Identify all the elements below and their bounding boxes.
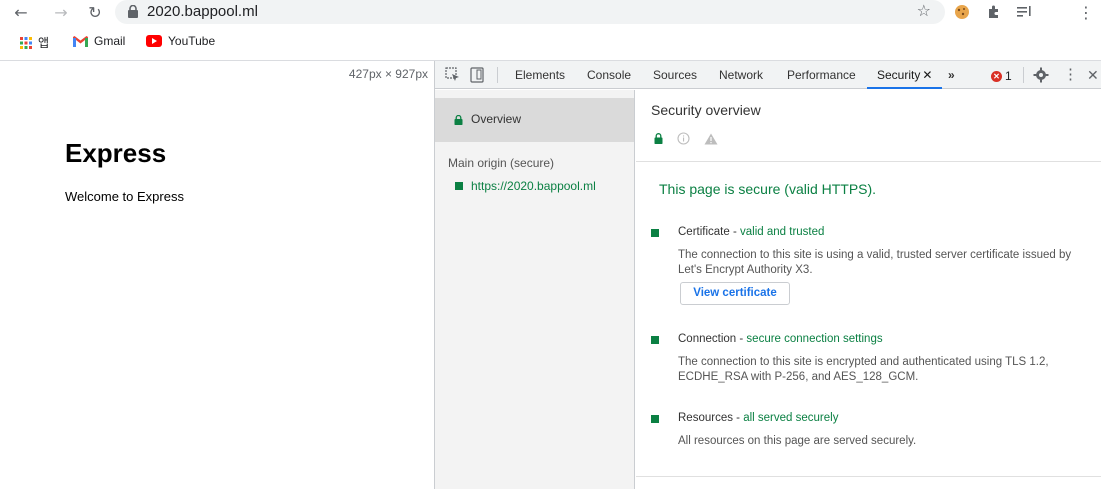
tab-performance[interactable]: Performance — [787, 61, 856, 89]
explanation-highlight: valid and trusted — [740, 226, 825, 238]
sidebar-item-origin[interactable]: https://2020.bappool.ml — [455, 179, 596, 193]
secure-bullet-icon — [651, 415, 659, 423]
explanation-title-label: Connection — [678, 333, 737, 345]
sidebar-item-overview-label: Overview — [471, 112, 522, 126]
devtools-toolbar: Elements Console Sources Network Perform… — [435, 61, 1101, 89]
explanation-highlight: all served securely — [743, 412, 839, 424]
page-viewport: 427px × 927px Express Welcome to Express — [0, 61, 434, 489]
explanation-title-label: Resources — [678, 412, 733, 424]
bookmark-apps-label: 앱 — [38, 36, 50, 50]
toolbar-separator — [1023, 67, 1024, 83]
bookmark-gmail[interactable]: Gmail — [73, 34, 125, 48]
secure-bullet-icon — [651, 229, 659, 237]
devtools-panel: Elements Console Sources Network Perform… — [434, 61, 1101, 489]
security-summary: This page is secure (valid HTTPS). — [659, 181, 877, 197]
tab-security[interactable]: Security ✕ — [867, 61, 943, 89]
origin-url: https://2020.bappool.ml — [471, 179, 596, 193]
browser-menu-icon[interactable]: ⋮ — [1078, 2, 1094, 22]
lock-icon[interactable] — [127, 5, 139, 18]
explanation-title-label: Certificate — [678, 226, 730, 238]
page-paragraph: Welcome to Express — [65, 189, 184, 204]
explanation-resources: Resources - all served securely All reso… — [651, 412, 1091, 462]
security-overview-title: Security overview — [651, 102, 761, 118]
devtools-menu-icon[interactable]: ⋮ — [1063, 61, 1078, 89]
media-queue-icon[interactable] — [1014, 2, 1036, 22]
extensions-puzzle-icon[interactable] — [984, 2, 1004, 22]
secure-square-icon — [455, 182, 463, 190]
sidebar-item-overview[interactable]: Overview — [435, 98, 634, 142]
toolbar-separator — [497, 67, 498, 83]
view-certificate-button[interactable]: View certificate — [680, 282, 790, 305]
close-devtools-icon[interactable]: ✕ — [1087, 61, 1099, 89]
omnibox[interactable]: 2020.bappool.ml ☆ — [115, 0, 945, 24]
tab-console[interactable]: Console — [587, 61, 631, 89]
back-button[interactable]: ← — [10, 1, 32, 23]
bookmark-star-icon[interactable]: ☆ — [917, 1, 931, 20]
explanation-title: Resources - all served securely — [678, 412, 839, 424]
gmail-icon — [73, 35, 88, 47]
tab-security-label: Security — [877, 68, 921, 82]
tab-sources[interactable]: Sources — [653, 61, 697, 89]
error-count: 1 — [1005, 69, 1012, 83]
apps-grid-icon — [20, 36, 32, 49]
device-toolbar-icon[interactable] — [469, 67, 485, 83]
explanation-connection: Connection - secure connection settings … — [651, 333, 1091, 393]
lock-icon — [454, 115, 463, 125]
origin-section-title: Main origin (secure) — [448, 156, 555, 170]
tab-network[interactable]: Network — [719, 61, 763, 89]
cookie-extension-icon[interactable] — [952, 2, 972, 22]
tab-elements[interactable]: Elements — [515, 61, 565, 89]
explanation-title: Connection - secure connection settings — [678, 333, 883, 345]
explanation-description: The connection to this site is using a v… — [678, 249, 1072, 276]
security-overview-header: Security overview — [636, 90, 1101, 162]
inspect-element-icon[interactable] — [445, 67, 461, 83]
page-heading: Express — [65, 138, 167, 168]
info-icon — [677, 132, 690, 145]
security-state-icons — [654, 132, 718, 145]
youtube-icon — [146, 35, 162, 47]
bookmarks-bar: 앱 Gmail YouTube — [0, 30, 1101, 54]
bookmark-youtube[interactable]: YouTube — [146, 34, 215, 48]
warning-icon — [704, 133, 718, 144]
gear-icon[interactable] — [1033, 67, 1049, 83]
section-divider — [636, 476, 1101, 477]
error-icon: ✕ — [991, 70, 1002, 82]
reload-button[interactable]: ↻ — [84, 1, 106, 23]
bookmark-gmail-label: Gmail — [94, 34, 126, 48]
close-tab-icon[interactable]: ✕ — [922, 68, 932, 82]
bookmark-youtube-label: YouTube — [168, 34, 216, 48]
security-overview-pane: Security overview This page is secure (v… — [636, 90, 1101, 489]
forward-button[interactable]: → — [50, 1, 72, 23]
explanation-description: All resources on this page are served se… — [678, 435, 917, 447]
url-text[interactable]: 2020.bappool.ml — [147, 3, 258, 20]
secure-lock-icon — [654, 133, 663, 144]
viewport-dimensions: 427px × 927px — [348, 67, 428, 81]
bookmark-apps[interactable]: 앱 — [20, 34, 49, 51]
address-bar-row: ← → ↻ 2020.bappool.ml ☆ ⋮ — [0, 0, 1101, 26]
security-sidebar: Overview Main origin (secure) https://20… — [435, 90, 635, 489]
more-tabs-button[interactable]: » — [948, 61, 955, 89]
secure-bullet-icon — [651, 336, 659, 344]
error-counter[interactable]: ✕ 1 — [991, 69, 1012, 83]
explanation-title: Certificate - valid and trusted — [678, 226, 825, 238]
explanation-highlight: secure connection settings — [746, 333, 883, 345]
explanation-description: The connection to this site is encrypted… — [678, 356, 1049, 383]
